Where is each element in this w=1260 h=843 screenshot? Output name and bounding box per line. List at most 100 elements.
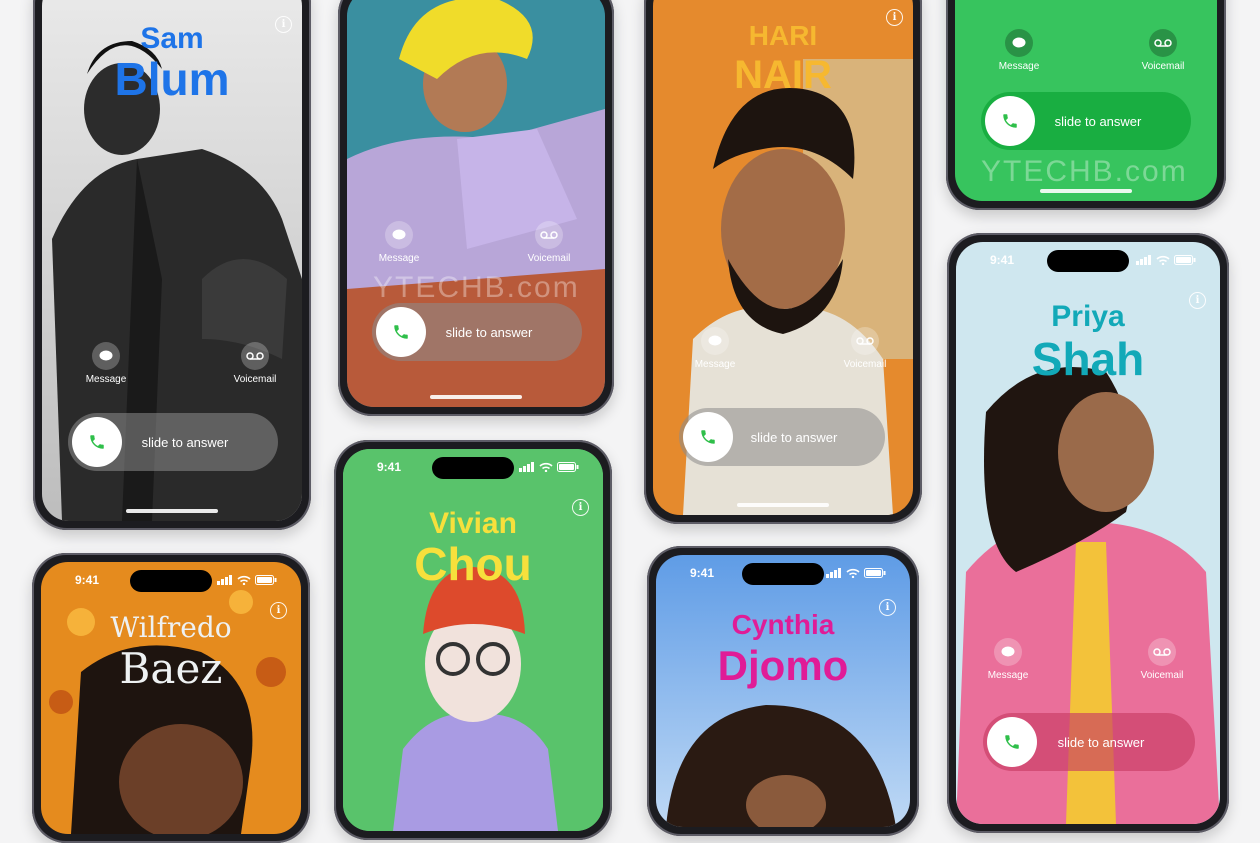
voicemail-icon [851, 327, 879, 355]
message-label: Message [694, 359, 736, 370]
message-bubble-icon [92, 342, 120, 370]
voicemail-label: Voicemail [1140, 670, 1184, 681]
slide-to-answer[interactable]: slide to answer [983, 713, 1195, 771]
voicemail-button[interactable]: Voicemail [833, 327, 897, 370]
contact-last-name: Baez [119, 644, 223, 693]
call-screen: 9:41 i Cynthia Djomo [656, 555, 910, 827]
signal-icon [519, 462, 534, 472]
phone-green: Message Voicemail slide to answer YTECHB… [946, 0, 1226, 210]
battery-icon [864, 568, 886, 578]
wifi-icon [539, 462, 553, 472]
message-button[interactable]: Message [367, 221, 431, 264]
slide-label: slide to answer [1054, 113, 1142, 129]
contact-first-name: Sam [140, 22, 204, 55]
phone-icon[interactable] [376, 307, 426, 357]
call-screen: HARI NAIR i Message Voicemail slide to a… [653, 0, 913, 515]
phone-yellow-hat: Message Voicemail YTECHB.com slide to an… [338, 0, 614, 416]
message-bubble-icon [994, 638, 1022, 666]
status-time: 9:41 [990, 253, 1015, 267]
contact-first-name: HARI [748, 20, 818, 51]
phone-icon[interactable] [72, 417, 122, 467]
status-time: 9:41 [75, 573, 100, 587]
slide-to-answer[interactable]: slide to answer [981, 92, 1191, 150]
slide-label: slide to answer [445, 324, 533, 340]
home-indicator [1040, 189, 1132, 193]
slide-label: slide to answer [1057, 734, 1145, 750]
contact-last-name: Blum [114, 53, 230, 105]
message-button[interactable]: Message [987, 29, 1051, 72]
message-label: Message [378, 253, 420, 264]
contact-first-name: Wilfredo [110, 611, 232, 644]
voicemail-button[interactable]: Voicemail [1130, 638, 1194, 681]
call-screen: Message Voicemail YTECHB.com slide to an… [347, 0, 605, 407]
info-icon[interactable]: i [886, 9, 903, 26]
contact-first-name: Priya [1051, 300, 1125, 333]
voicemail-button[interactable]: Voicemail [517, 221, 581, 264]
message-label: Message [998, 61, 1040, 72]
contact-photo [41, 562, 301, 834]
voicemail-label: Voicemail [843, 359, 887, 370]
status-icons [1136, 255, 1196, 265]
signal-icon [217, 575, 232, 585]
phone-vivian-chou: 9:41 i Vivian Chou [334, 440, 612, 840]
call-screen: 9:41 i Wilfredo Baez [41, 562, 301, 834]
voicemail-button[interactable]: Voicemail [1131, 29, 1195, 72]
status-icons [217, 575, 277, 585]
contact-last-name: Shah [1031, 333, 1145, 385]
message-label: Message [85, 374, 127, 385]
slide-label: slide to answer [750, 429, 838, 445]
battery-icon [255, 575, 277, 585]
contact-first-name: Cynthia [731, 609, 835, 640]
phone-icon[interactable] [683, 412, 733, 462]
message-button[interactable]: Message [683, 327, 747, 370]
message-button[interactable]: Message [976, 638, 1040, 681]
contact-last-name: Djomo [717, 642, 849, 689]
voicemail-button[interactable]: Voicemail [223, 342, 287, 385]
slide-to-answer[interactable]: slide to answer [679, 408, 885, 466]
slide-to-answer[interactable]: slide to answer [68, 413, 278, 471]
info-icon[interactable]: i [275, 16, 292, 33]
wifi-icon [846, 568, 860, 578]
wifi-icon [237, 575, 251, 585]
voicemail-label: Voicemail [527, 253, 571, 264]
wifi-icon [1156, 255, 1170, 265]
message-button[interactable]: Message [74, 342, 138, 385]
signal-icon [826, 568, 841, 578]
dynamic-island [1047, 250, 1129, 272]
home-indicator [737, 503, 829, 507]
watermark: YTECHB.com [981, 155, 1188, 188]
message-bubble-icon [1005, 29, 1033, 57]
voicemail-icon [241, 342, 269, 370]
contact-first-name: Vivian [429, 507, 517, 540]
message-bubble-icon [701, 327, 729, 355]
contact-photo [656, 555, 910, 827]
contact-last-name: Chou [414, 538, 532, 590]
call-screen: 9:41 i Vivian Chou [343, 449, 603, 831]
status-icons [826, 568, 886, 578]
slide-to-answer[interactable]: slide to answer [372, 303, 582, 361]
contact-last-name: NAIR [734, 53, 832, 97]
call-screen: 9:41 i Priya Shah Message Voicemail slid… [956, 242, 1220, 824]
phone-icon[interactable] [985, 96, 1035, 146]
phone-hari-nair: HARI NAIR i Message Voicemail slide to a… [644, 0, 922, 524]
phone-icon[interactable] [987, 717, 1037, 767]
message-label: Message [987, 670, 1029, 681]
voicemail-label: Voicemail [1141, 61, 1185, 72]
message-bubble-icon [385, 221, 413, 249]
battery-icon [1174, 255, 1196, 265]
watermark: YTECHB.com [373, 271, 580, 304]
phone-priya-shah: 9:41 i Priya Shah Message Voicemail slid… [947, 233, 1229, 833]
status-time: 9:41 [377, 460, 402, 474]
battery-icon [557, 462, 579, 472]
voicemail-icon [1148, 638, 1176, 666]
voicemail-label: Voicemail [233, 374, 277, 385]
voicemail-icon [1149, 29, 1177, 57]
voicemail-icon [535, 221, 563, 249]
dynamic-island [742, 563, 824, 585]
call-screen: Message Voicemail slide to answer YTECHB… [955, 0, 1217, 201]
phone-sam-blum: Sam Blum i Message Voicemail slide to an… [33, 0, 311, 530]
dynamic-island [432, 457, 514, 479]
dynamic-island [130, 570, 212, 592]
slide-label: slide to answer [141, 434, 229, 450]
home-indicator [126, 509, 218, 513]
